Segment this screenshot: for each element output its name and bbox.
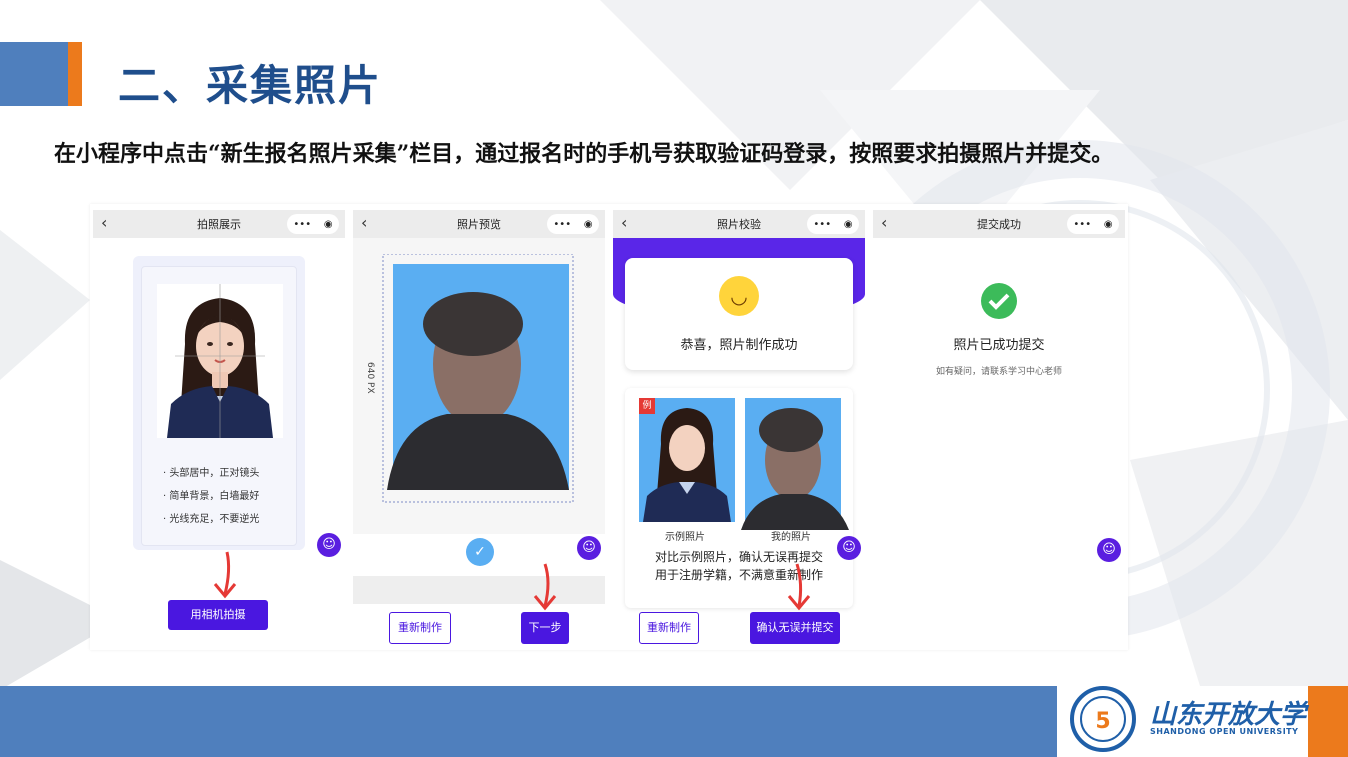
close-icon[interactable]: ◉ [1104,219,1113,230]
title-accent-orange [68,42,82,106]
tip-3: · 光线充足，不要逆光 [163,514,260,525]
nav-bar: ‹ 照片预览 ••• ◉ [353,210,605,238]
success-subtitle: 如有疑问，请联系学习中心老师 [935,367,1062,377]
my-photo-blurred [741,398,849,530]
back-icon[interactable]: ‹ [621,213,627,232]
example-caption: 示例照片 [665,532,705,543]
phone-screen-preview: ‹ 照片预览 ••• ◉ 640 PX ✓ ☺ 重新制作 下一步 [353,210,605,644]
close-icon[interactable]: ◉ [844,219,853,230]
assistant-robot-icon[interactable]: ☺ [837,536,861,560]
compare-text-1: 对比示例照片，确认无误再提交 [654,550,823,564]
phone-screen-submitted: ‹ 提交成功 ••• ◉ 照片已成功提交 如有疑问，请联系学习中心老师 ☺ [873,210,1125,644]
back-icon[interactable]: ‹ [101,213,107,232]
nav-title: 拍照展示 [197,218,241,231]
back-icon[interactable]: ‹ [881,213,887,232]
success-title: 照片已成功提交 [953,338,1045,353]
success-text: 恭喜，照片制作成功 [680,338,798,353]
university-seal-icon: 5 [1070,686,1136,752]
university-name: 山东开放大学 [1150,700,1307,730]
assistant-robot-icon[interactable]: ☺ [1097,538,1121,562]
bottom-bar [353,576,605,604]
phone-screen-verify: ‹ 照片校验 ••• ◉ ◡ 恭喜，照片制作成功 例 示例照片 我的照片 对比示… [613,210,865,644]
confirm-submit-button[interactable]: 确认无误并提交 [750,612,840,644]
more-icon[interactable]: ••• [553,219,571,230]
dimension-label: 640 PX [365,362,375,394]
nav-title: 照片预览 [457,218,501,231]
nav-bar: ‹ 提交成功 ••• ◉ [873,210,1125,238]
smile-icon: ◡ [719,276,759,316]
more-icon[interactable]: ••• [813,219,831,230]
compare-text-2: 用于注册学籍，不满意重新制作 [654,568,823,582]
assistant-robot-icon[interactable]: ☺ [577,536,601,560]
confirm-check-icon[interactable]: ✓ [466,538,494,566]
phone-screen-capture-guide: ‹ 拍照展示 ••• ◉ · 头部居中，正对镜头 · 简单背景，白墙最好 · 光… [93,210,345,644]
capsule-menu[interactable]: ••• ◉ [547,214,599,234]
my-photo-caption: 我的照片 [771,532,811,543]
more-icon[interactable]: ••• [293,219,311,230]
close-icon[interactable]: ◉ [324,219,333,230]
red-arrow-icon [787,563,811,611]
slide-title: 二、采集照片 [118,61,383,110]
more-icon[interactable]: ••• [1073,219,1091,230]
blurred-user-photo [382,254,574,503]
back-icon[interactable]: ‹ [361,213,367,232]
university-name-en: SHANDONG OPEN UNIVERSITY [1150,727,1299,736]
remake-button[interactable]: 重新制作 [389,612,451,644]
red-arrow-icon [533,563,557,611]
capsule-menu[interactable]: ••• ◉ [1067,214,1119,234]
footer-bar-blue [0,686,1057,757]
red-arrow-icon [213,551,237,599]
next-step-button[interactable]: 下一步 [521,612,569,644]
assistant-robot-icon[interactable]: ☺ [317,533,341,557]
example-photo [639,398,735,522]
tip-1: · 头部居中，正对镜头 [163,468,260,479]
nav-title: 照片校验 [717,218,761,231]
screenshots-panel: ‹ 拍照展示 ••• ◉ · 头部居中，正对镜头 · 简单背景，白墙最好 · 光… [90,204,1128,650]
success-check-icon [981,283,1017,319]
example-portrait [157,284,283,438]
title-accent-blue [0,42,68,106]
example-tag: 例 [639,398,655,414]
footer-bar-orange [1308,686,1348,757]
instruction-text: 在小程序中点击“新生报名照片采集”栏目，通过报名时的手机号获取验证码登录，按照要… [54,141,1114,167]
capsule-menu[interactable]: ••• ◉ [807,214,859,234]
nav-bar: ‹ 照片校验 ••• ◉ [613,210,865,238]
remake-button[interactable]: 重新制作 [639,612,699,644]
nav-bar: ‹ 拍照展示 ••• ◉ [93,210,345,238]
tip-2: · 简单背景，白墙最好 [163,491,260,502]
close-icon[interactable]: ◉ [584,219,593,230]
nav-title: 提交成功 [977,218,1021,231]
capsule-menu[interactable]: ••• ◉ [287,214,339,234]
svg-text:5: 5 [1095,709,1110,734]
camera-capture-button[interactable]: 用相机拍摄 [168,600,268,630]
